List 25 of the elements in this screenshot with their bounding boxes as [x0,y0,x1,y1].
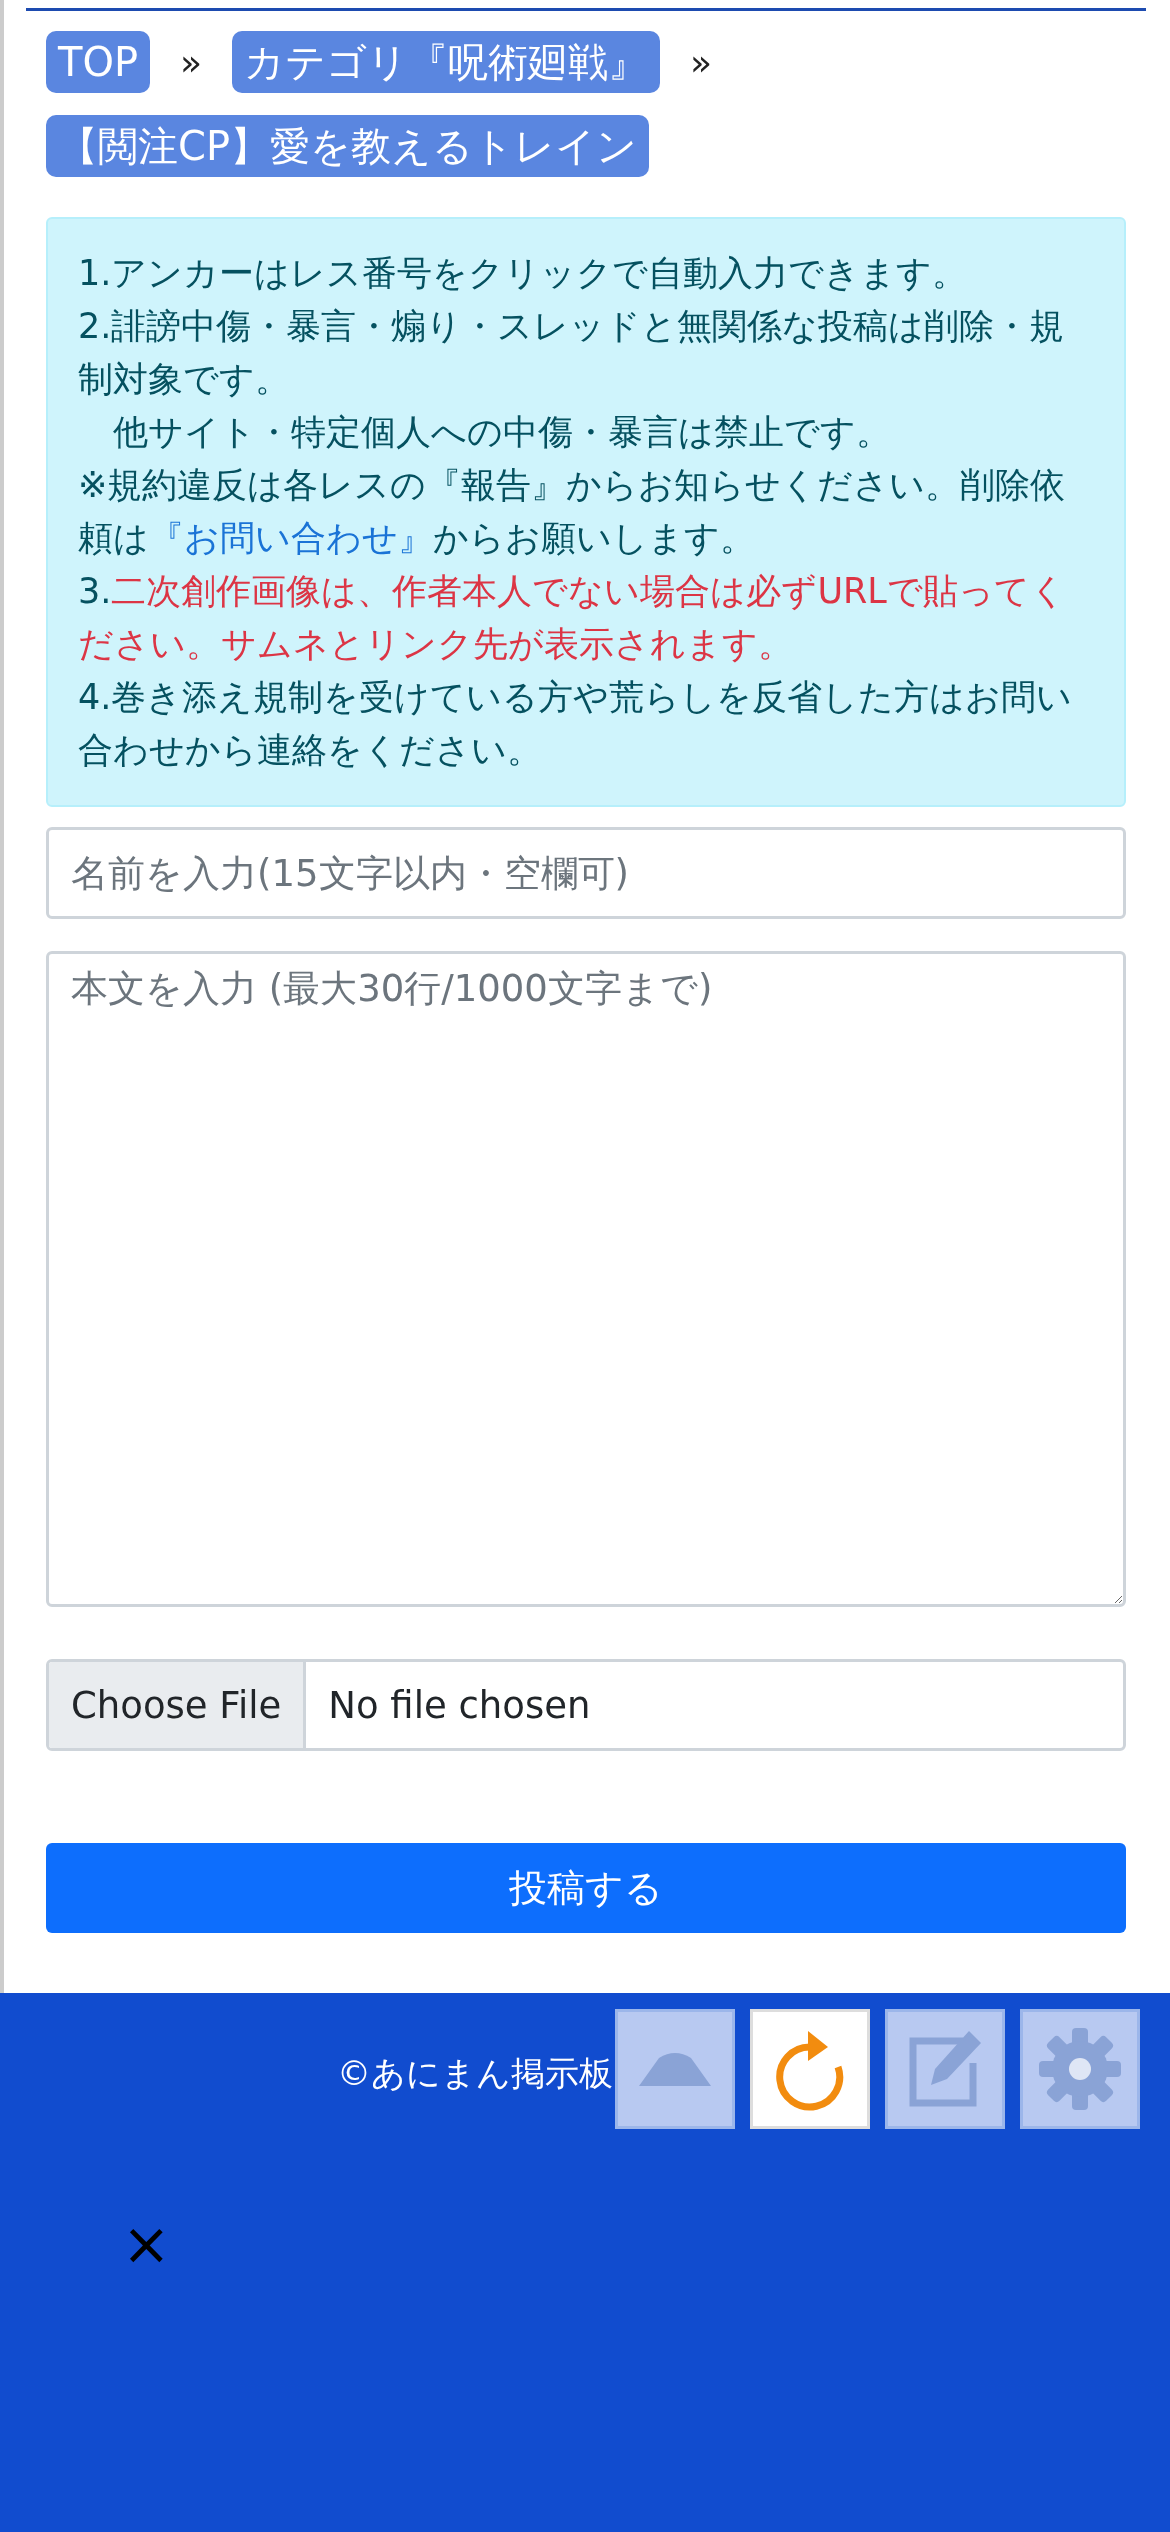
copyright-text: ©あにまん掲示板 [337,2052,613,2095]
name-field[interactable]: 名前を入力(15文字以内・空欄可) [46,827,1126,919]
floating-button[interactable] [885,2009,1005,2129]
settings-icon [1037,2026,1123,2112]
breadcrumb-link[interactable]: カテゴリ『呪術廻戦』 [232,31,661,93]
breadcrumb-separator: » [179,41,204,83]
notice-text: 2.誹謗中傷・暴言・煽り・スレッドと無関係な投稿は削除・規制対象です。 [78,305,1066,401]
floating-button[interactable] [750,2009,870,2129]
contact-link[interactable]: 『お問い合わせ』 [149,518,433,558]
notice-text: 3.二次創作画像は、作者本人でない場合は必ずURLで貼ってください。サムネとリンク先が表示されます。 [78,570,1067,666]
body-field[interactable]: 本文を入力 (最大30行/1000文字まで) [46,951,1126,1607]
notice-text: 1.アンカーはレス番号をクリックで自動入力できます。 [78,252,969,295]
breadcrumb-link[interactable]: 【閲注CP】愛を教えるトレイン [46,115,650,177]
notice-text: 他サイト・特定個人への中傷・暴言は禁止です。 [112,411,892,454]
file-status: No file chosen [327,1682,592,1729]
close-button[interactable]: × [122,2215,171,2273]
floating-button[interactable] [615,2009,735,2129]
file-input[interactable]: Choose File No file chosen [46,1659,1126,1751]
breadcrumb-link[interactable]: TOP [46,31,151,93]
choose-file-button[interactable]: Choose File [49,1662,307,1748]
notice-text: 4.巻き添え規制を受けている方や荒らしを反省した方はお問い合わせから連絡をください。 [78,676,1074,772]
submit-button[interactable]: 投稿する [46,1843,1126,1933]
notice-text: ※規約違反は各レスの『報告』からお知らせください。削除依頼は『お問い合わせ』からお願いします。 [78,464,1067,560]
floating-button[interactable] [1020,2009,1140,2129]
breadcrumb-separator: » [689,41,714,83]
